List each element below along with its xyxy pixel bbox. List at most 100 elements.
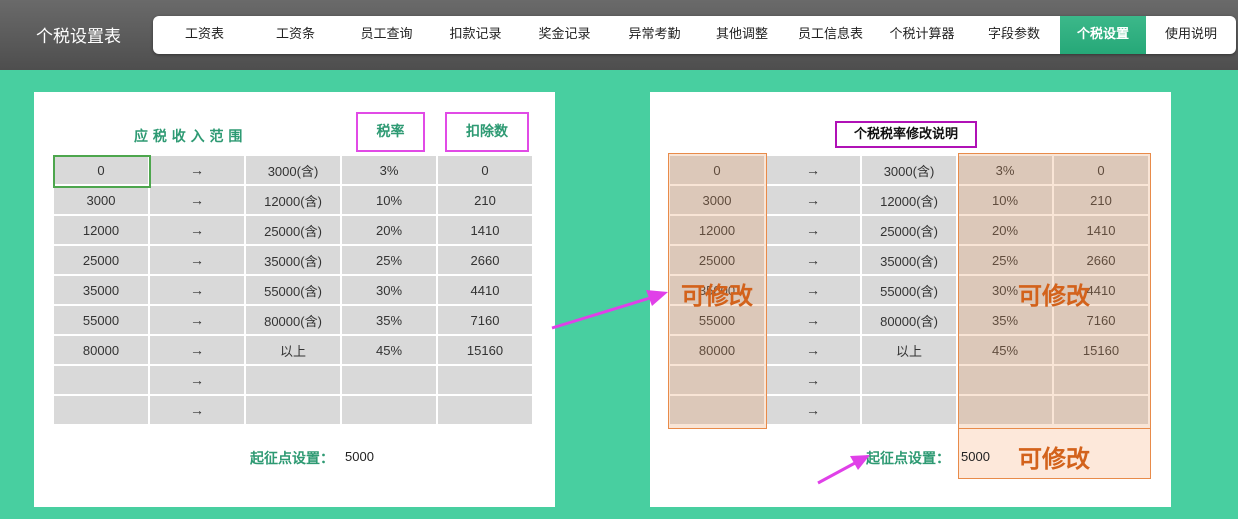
table-cell: →: [766, 156, 860, 184]
nav-tab-10[interactable]: 个税设置: [1060, 16, 1146, 54]
table-cell[interactable]: 3000: [54, 186, 148, 214]
table-cell[interactable]: 2660: [438, 246, 532, 274]
table-cell[interactable]: 35000: [54, 276, 148, 304]
table-cell[interactable]: 210: [438, 186, 532, 214]
table-cell[interactable]: 15160: [438, 336, 532, 364]
tax-bracket-table: 0 → 3000(含) 3% 0 3000 → 12000(含) 10% 210 12000 → 250…: [52, 154, 534, 426]
table-cell: →: [766, 336, 860, 364]
table-row: 25000 → 35000(含) 25% 2660: [54, 246, 532, 274]
table-cell: →: [150, 216, 244, 244]
table-cell[interactable]: 80000(含): [246, 306, 340, 334]
table-row: →: [54, 396, 532, 424]
nav-tab-1[interactable]: 工资条: [250, 16, 341, 54]
table-cell[interactable]: [342, 366, 436, 394]
tax-rate-header: 税率: [356, 112, 425, 152]
table-cell: →: [766, 246, 860, 274]
nav-tab-3[interactable]: 扣款记录: [432, 16, 519, 54]
table-cell: →: [766, 306, 860, 334]
rate-instructions-panel: 个税税率修改说明 0 → 3000(含) 3% 0 3000 → 12000(含) 10% 210…: [650, 92, 1171, 507]
table-row: 35000 → 55000(含) 30% 4410: [54, 276, 532, 304]
table-cell[interactable]: [438, 396, 532, 424]
main-nav: 工资表 工资条 员工查询 扣款记录 奖金记录 异常考勤 其他调整 员工信息表 个税计算器 字段参数…: [153, 16, 1236, 54]
table-cell: →: [766, 366, 860, 394]
nav-tab-4[interactable]: 奖金记录: [519, 16, 610, 54]
table-cell[interactable]: [246, 366, 340, 394]
table-cell[interactable]: 7160: [438, 306, 532, 334]
editable-label-lower-bound: 可修改: [681, 282, 753, 310]
nav-tab-6[interactable]: 其他调整: [699, 16, 785, 54]
table-cell[interactable]: 1410: [438, 216, 532, 244]
table-cell[interactable]: 12000(含): [246, 186, 340, 214]
nav-tab-9[interactable]: 字段参数: [968, 16, 1060, 54]
table-cell[interactable]: 3%: [342, 156, 436, 184]
table-cell[interactable]: 30%: [342, 276, 436, 304]
table-cell: →: [150, 186, 244, 214]
table-cell: 以上: [862, 336, 956, 364]
table-cell: [862, 366, 956, 394]
table-cell[interactable]: 20%: [342, 216, 436, 244]
table-cell: →: [150, 276, 244, 304]
threshold-label: 起征点设置：: [250, 451, 334, 467]
table-cell: →: [766, 216, 860, 244]
table-cell[interactable]: [54, 366, 148, 394]
table-cell: →: [150, 396, 244, 424]
deduction-header: 扣除数: [445, 112, 529, 152]
table-cell: 55000(含): [862, 276, 956, 304]
table-cell: 80000(含): [862, 306, 956, 334]
table-row: →: [54, 366, 532, 394]
table-row: 3000 → 12000(含) 10% 210: [54, 186, 532, 214]
table-cell: →: [150, 336, 244, 364]
table-cell[interactable]: 25000(含): [246, 216, 340, 244]
table-cell: →: [150, 366, 244, 394]
instructions-title: 个税税率修改说明: [835, 121, 977, 148]
table-cell[interactable]: 12000: [54, 216, 148, 244]
table-cell: 3000(含): [862, 156, 956, 184]
table-cell[interactable]: [342, 396, 436, 424]
table-cell: →: [766, 186, 860, 214]
table-cell: [862, 396, 956, 424]
table-cell: 35000(含): [862, 246, 956, 274]
table-cell: →: [150, 246, 244, 274]
editable-label-threshold: 可修改: [1018, 445, 1090, 473]
threshold-label: 起征点设置：: [866, 451, 950, 467]
table-cell: 25000(含): [862, 216, 956, 244]
nav-tab-7[interactable]: 员工信息表: [785, 16, 876, 54]
nav-tab-8[interactable]: 个税计算器: [876, 16, 968, 54]
threshold-value: 5000: [961, 449, 990, 464]
table-cell: →: [766, 276, 860, 304]
top-bar: 个税设置表 工资表 工资条 员工查询 扣款记录 奖金记录 异常考勤 其他调整 员工信息表 个税计…: [0, 0, 1238, 70]
nav-tab-0[interactable]: 工资表: [159, 16, 250, 54]
table-cell[interactable]: 55000: [54, 306, 148, 334]
nav-tab-5[interactable]: 异常考勤: [610, 16, 699, 54]
table-cell[interactable]: 4410: [438, 276, 532, 304]
table-cell[interactable]: 25000: [54, 246, 148, 274]
table-cell[interactable]: 55000(含): [246, 276, 340, 304]
nav-tab-2[interactable]: 员工查询: [341, 16, 432, 54]
table-cell: 12000(含): [862, 186, 956, 214]
nav-tab-11[interactable]: 使用说明: [1146, 16, 1236, 54]
table-row: 12000 → 25000(含) 20% 1410: [54, 216, 532, 244]
table-cell[interactable]: 35%: [342, 306, 436, 334]
table-cell[interactable]: 0: [438, 156, 532, 184]
table-cell[interactable]: [246, 396, 340, 424]
table-cell[interactable]: 25%: [342, 246, 436, 274]
table-cell[interactable]: 45%: [342, 336, 436, 364]
table-row: 80000 → 以上 45% 15160: [54, 336, 532, 364]
app-title: 个税设置表: [36, 27, 121, 47]
selected-cell: [53, 155, 151, 188]
table-cell[interactable]: [54, 396, 148, 424]
editable-label-rate: 可修改: [1018, 282, 1090, 310]
table-cell: →: [766, 396, 860, 424]
income-range-header: 应 税 收 入 范 围: [134, 129, 243, 145]
table-cell[interactable]: 3000(含): [246, 156, 340, 184]
table-cell[interactable]: 80000: [54, 336, 148, 364]
table-cell: →: [150, 306, 244, 334]
threshold-value[interactable]: 5000: [345, 449, 374, 464]
tax-settings-panel: 应 税 收 入 范 围 税率 扣除数 0 → 3000(含) 3% 0 3000 → 1200…: [34, 92, 555, 507]
table-row: 55000 → 80000(含) 35% 7160: [54, 306, 532, 334]
table-cell: →: [150, 156, 244, 184]
table-cell[interactable]: 以上: [246, 336, 340, 364]
table-cell[interactable]: 35000(含): [246, 246, 340, 274]
table-cell[interactable]: [438, 366, 532, 394]
table-cell[interactable]: 10%: [342, 186, 436, 214]
